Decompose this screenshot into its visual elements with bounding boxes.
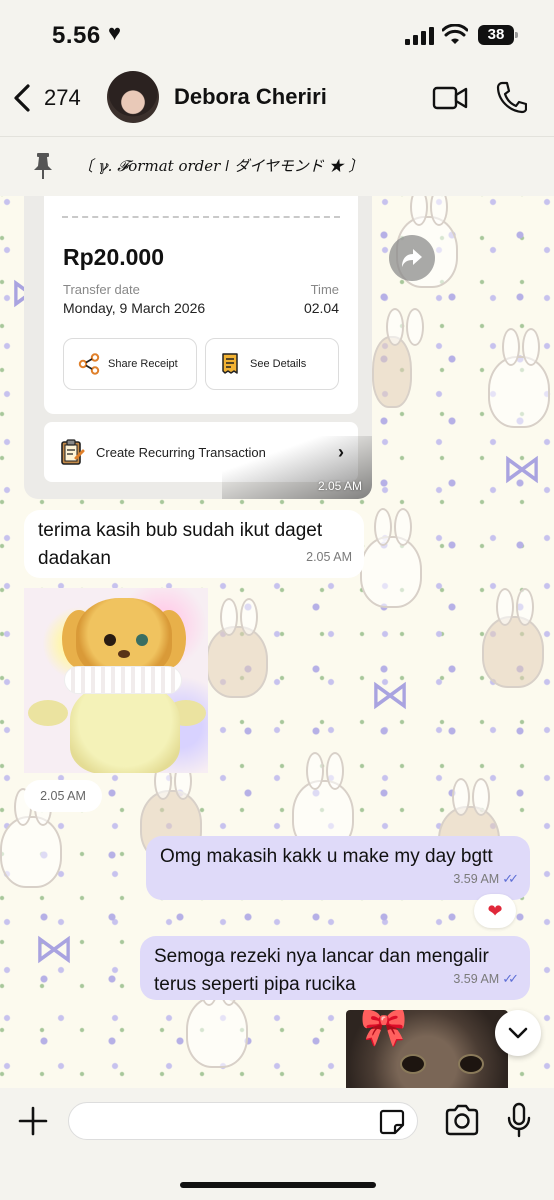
bunny-decoration (206, 598, 268, 698)
receipt-card: Rp20.000 Transfer date Monday, 9 March 2… (44, 196, 358, 414)
contact-name[interactable]: Debora Cheriri (174, 84, 327, 110)
battery-level: 38 (487, 26, 505, 43)
scroll-to-bottom-button[interactable] (495, 1010, 541, 1056)
transfer-date-label: Transfer date (63, 282, 140, 297)
status-time: 5.56 (52, 22, 101, 49)
bunny-decoration (488, 328, 550, 428)
video-camera-icon[interactable] (432, 84, 468, 112)
time-label: Time (310, 282, 339, 297)
bunny-decoration (0, 788, 62, 888)
message-time: 2.05 AM (306, 543, 352, 571)
transfer-date-value: Monday, 9 March 2026 (63, 300, 206, 316)
unread-count: 274 (44, 85, 81, 110)
receipt-message[interactable]: Rp20.000 Transfer date Monday, 9 March 2… (24, 196, 372, 499)
pin-icon (34, 153, 52, 179)
bunny-decoration (186, 968, 248, 1068)
phone-icon[interactable] (495, 80, 527, 114)
message-time: 3.59 AM ✓✓ (453, 965, 519, 993)
share-icon (78, 353, 100, 375)
share-receipt-button[interactable]: Share Receipt (63, 338, 197, 390)
receipt-divider (62, 216, 340, 218)
message-time: 2.05 AM (317, 479, 362, 493)
message-bubble-incoming[interactable]: terima kasih bub sudah ikut daget dadaka… (24, 510, 364, 578)
sticker-image[interactable] (24, 588, 208, 773)
signal-icon (405, 27, 435, 45)
plus-icon[interactable] (16, 1104, 50, 1138)
message-text: terima kasih bub sudah ikut daget dadaka… (38, 520, 323, 569)
chat-header: 274 Debora Cheriri (0, 62, 554, 136)
read-receipt-icon: ✓✓ (502, 971, 519, 986)
message-bubble-outgoing[interactable]: Omg makasih kakk u make my day bgtt 3.59… (146, 836, 530, 900)
status-bar: 5.56 ♥ 38 (0, 0, 554, 62)
pink-bow-decoration: 🎀 (360, 1010, 408, 1049)
clipboard-icon (61, 439, 85, 465)
bunny-decoration (482, 588, 544, 688)
message-bubble-outgoing[interactable]: Semoga rezeki nya lancar dan mengalir te… (140, 936, 530, 1000)
share-receipt-label: Share Receipt (108, 358, 178, 370)
ribbon-decoration: ⋈ (370, 673, 410, 717)
chevron-down-icon (508, 1027, 528, 1039)
message-time: 3.59 AM ✓✓ (453, 865, 519, 893)
back-button[interactable]: 274 (10, 80, 90, 116)
sticker-icon[interactable] (378, 1108, 406, 1136)
sticker-dog-arm (28, 700, 68, 726)
image-message[interactable]: 🎀 (346, 1010, 508, 1090)
message-time-text: 2.05 AM (306, 550, 352, 564)
battery-icon: 38 (478, 25, 518, 45)
camera-icon[interactable] (444, 1104, 480, 1136)
microphone-icon[interactable] (506, 1102, 532, 1138)
forward-icon (402, 249, 422, 267)
chevron-left-icon (14, 84, 30, 112)
see-details-button[interactable]: See Details (205, 338, 339, 390)
pinned-message-bar[interactable]: 〔 ℽ. 𝓕ormat order ǀ ダイヤモンド ★ 〕 (0, 136, 554, 196)
receipt-amount: Rp20.000 (63, 244, 165, 270)
time-value: 02.04 (303, 300, 339, 316)
bunny-decoration (360, 508, 422, 608)
message-text: Omg makasih kakk u make my day bgtt (160, 846, 493, 867)
see-details-label: See Details (250, 358, 307, 370)
avatar[interactable] (107, 71, 159, 123)
sticker-dog-eye (136, 634, 148, 646)
sticker-dog-body (70, 684, 180, 773)
sticker-time: 2.05 AM (24, 780, 102, 812)
forward-button[interactable] (389, 235, 435, 281)
heart-reaction-icon[interactable]: ❤ (474, 894, 516, 928)
message-time-text: 3.59 AM (453, 972, 500, 986)
home-indicator (180, 1182, 376, 1188)
sticker-dog-nose (118, 650, 130, 658)
cat-eye (458, 1054, 484, 1074)
sticker-dog-collar (64, 666, 182, 694)
message-time-text: 3.59 AM (453, 872, 500, 886)
cat-eye (400, 1054, 426, 1074)
ribbon-decoration: ⋈ (502, 447, 542, 491)
bunny-decoration (372, 308, 424, 408)
receipt-icon (222, 353, 238, 374)
ribbon-decoration: ⋈ (34, 927, 74, 971)
pinned-text: 〔 ℽ. 𝓕ormat order ǀ ダイヤモンド ★ 〕 (78, 157, 364, 175)
message-input[interactable] (68, 1102, 418, 1140)
message-input-bar (0, 1088, 554, 1200)
sticker-dog-eye (104, 634, 116, 646)
heart-icon: ♥ (108, 20, 122, 45)
wifi-icon (442, 24, 468, 44)
message-text: Semoga rezeki nya lancar dan mengalir te… (154, 946, 489, 995)
read-receipt-icon: ✓✓ (502, 871, 519, 886)
